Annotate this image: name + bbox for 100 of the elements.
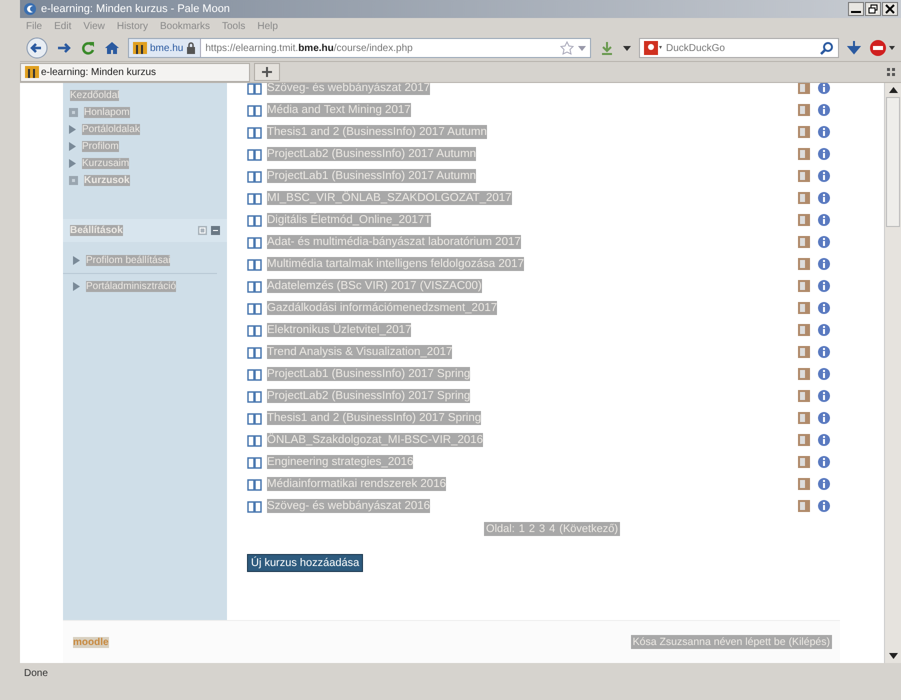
- enrol-icon[interactable]: [798, 390, 810, 402]
- course-link[interactable]: Adat- és multimédia-bányászat laboratórium 2017: [267, 235, 521, 249]
- menu-item[interactable]: Edit: [54, 21, 72, 32]
- expand-arrow-icon[interactable]: [73, 256, 80, 265]
- info-icon[interactable]: [818, 500, 830, 512]
- vertical-scrollbar[interactable]: [884, 83, 901, 663]
- course-link[interactable]: ProjectLab2 (BusinessInfo) 2017 Spring: [267, 389, 470, 403]
- course-link[interactable]: Gazdálkodási információmenedzsment_2017: [267, 301, 498, 315]
- course-link[interactable]: Médiainformatikai rendszerek 2016: [267, 477, 446, 491]
- info-icon[interactable]: [818, 192, 830, 204]
- course-link[interactable]: Thesis1 and 2 (BusinessInfo) 2017 Spring: [267, 411, 482, 425]
- course-link[interactable]: Multimédia tartalmak intelligens feldolgozása 2017: [267, 257, 524, 271]
- info-icon[interactable]: [818, 148, 830, 160]
- menu-item[interactable]: Help: [257, 21, 278, 32]
- enrol-icon[interactable]: [798, 434, 810, 446]
- enrol-icon[interactable]: [798, 104, 810, 116]
- site-identity-button[interactable]: bme.hu: [129, 39, 202, 57]
- moodle-logo[interactable]: moodle: [73, 636, 109, 648]
- info-icon[interactable]: [818, 104, 830, 116]
- enrol-icon[interactable]: [798, 236, 810, 248]
- menu-item[interactable]: View: [83, 21, 105, 32]
- collapse-icon[interactable]: [211, 226, 220, 235]
- enrol-icon[interactable]: [798, 192, 810, 204]
- expand-arrow-icon[interactable]: [73, 282, 80, 291]
- enrol-icon[interactable]: [798, 83, 810, 94]
- info-icon[interactable]: [818, 214, 830, 226]
- nav-link[interactable]: Kurzusaim: [82, 158, 130, 169]
- page-link[interactable]: 3: [539, 523, 546, 535]
- menu-item[interactable]: History: [116, 21, 148, 32]
- search-field[interactable]: DuckDuckGo: [639, 38, 839, 58]
- menu-item[interactable]: Bookmarks: [160, 21, 210, 32]
- enrol-icon[interactable]: [798, 214, 810, 226]
- enrol-icon[interactable]: [798, 126, 810, 138]
- enrol-icon[interactable]: [798, 456, 810, 468]
- info-icon[interactable]: [818, 126, 830, 138]
- add-course-button[interactable]: Új kurzus hozzáadása: [247, 554, 364, 572]
- enrol-icon[interactable]: [798, 324, 810, 336]
- browser-tab[interactable]: e-learning: Minden kurzus: [20, 62, 250, 82]
- info-icon[interactable]: [818, 324, 830, 336]
- info-icon[interactable]: [818, 280, 830, 292]
- info-icon[interactable]: [818, 346, 830, 358]
- home-icon[interactable]: [104, 40, 120, 56]
- info-icon[interactable]: [818, 170, 830, 182]
- star-icon[interactable]: [560, 41, 574, 55]
- info-icon[interactable]: [818, 434, 830, 446]
- reload-icon[interactable]: [80, 40, 96, 56]
- course-link[interactable]: Digitális Életmód_Online_2017T: [267, 213, 432, 227]
- nav-link[interactable]: Profilom: [82, 141, 119, 152]
- download-arrow-icon[interactable]: [847, 40, 861, 56]
- course-link[interactable]: Adatelemzés (BSc VIR) 2017 (VISZAC00): [267, 279, 482, 293]
- nav-link[interactable]: Kurzusok: [84, 175, 130, 186]
- restore-button[interactable]: [865, 2, 881, 16]
- new-tab-button[interactable]: [254, 63, 280, 81]
- course-link[interactable]: Trend Analysis & Visualization_2017: [267, 345, 452, 359]
- logout-link[interactable]: (Kilépés): [788, 636, 830, 648]
- course-link[interactable]: Média and Text Mining 2017: [267, 103, 411, 117]
- enrol-icon[interactable]: [798, 478, 810, 490]
- nav-link[interactable]: Portáloldalak: [82, 124, 140, 135]
- info-icon[interactable]: [818, 83, 830, 94]
- close-button[interactable]: [882, 2, 898, 16]
- enrol-icon[interactable]: [798, 280, 810, 292]
- info-icon[interactable]: [818, 456, 830, 468]
- course-link[interactable]: MI_BSC_VIR_ÖNLAB_SZAKDOLGOZAT_2017: [267, 191, 512, 205]
- nav-link[interactable]: Honlapom: [84, 107, 130, 118]
- course-link[interactable]: ProjectLab1 (BusinessInfo) 2017 Spring: [267, 367, 470, 381]
- course-link[interactable]: Engineering strategies_2016: [267, 455, 414, 469]
- scrollbar-thumb[interactable]: [886, 97, 900, 227]
- info-icon[interactable]: [818, 412, 830, 424]
- menu-item[interactable]: File: [26, 21, 42, 32]
- enrol-icon[interactable]: [798, 302, 810, 314]
- info-icon[interactable]: [818, 368, 830, 380]
- navigation-heading[interactable]: Kezdőoldal: [70, 90, 120, 101]
- grip-icon[interactable]: [887, 68, 895, 76]
- stop-sign-icon[interactable]: [869, 39, 895, 57]
- download-icon[interactable]: [599, 40, 615, 56]
- dropdown-icon[interactable]: [623, 44, 631, 52]
- enrol-icon[interactable]: [798, 346, 810, 358]
- info-icon[interactable]: [818, 236, 830, 248]
- course-link[interactable]: Szöveg- és webbányászat 2016: [267, 499, 430, 513]
- search-icon[interactable]: [820, 41, 834, 55]
- menu-item[interactable]: Tools: [222, 21, 246, 32]
- course-link[interactable]: ProjectLab1 (BusinessInfo) 2017 Autumn: [267, 169, 476, 183]
- minimize-button[interactable]: [848, 2, 864, 16]
- address-bar[interactable]: bme.hu https://elearning.tmit.bme.hu/course/index.php: [128, 38, 591, 58]
- enrol-icon[interactable]: [798, 500, 810, 512]
- next-page-link[interactable]: (Következő): [559, 523, 618, 535]
- info-icon[interactable]: [818, 390, 830, 402]
- course-link[interactable]: ÖNLAB_Szakdolgozat_MI-BSC-VIR_2016: [267, 433, 484, 447]
- page-link[interactable]: 4: [549, 523, 556, 535]
- enrol-icon[interactable]: [798, 368, 810, 380]
- settings-link[interactable]: Portáladminisztráció: [86, 281, 176, 292]
- course-link[interactable]: ProjectLab2 (BusinessInfo) 2017 Autumn: [267, 147, 476, 161]
- info-icon[interactable]: [818, 258, 830, 270]
- enrol-icon[interactable]: [798, 148, 810, 160]
- enrol-icon[interactable]: [798, 170, 810, 182]
- page-link[interactable]: 2: [528, 523, 536, 535]
- course-link[interactable]: Thesis1 and 2 (BusinessInfo) 2017 Autumn: [267, 125, 487, 139]
- page-link[interactable]: 1: [518, 523, 525, 535]
- info-icon[interactable]: [818, 302, 830, 314]
- settings-link[interactable]: Profilom beállításai: [86, 255, 170, 266]
